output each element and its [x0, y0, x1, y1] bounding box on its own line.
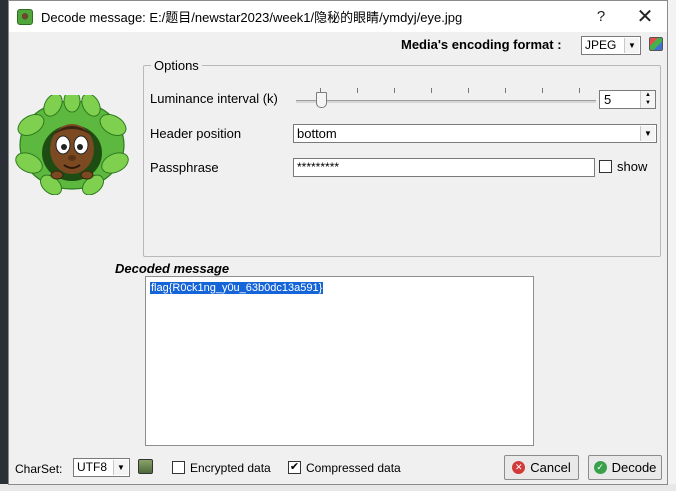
- background-taskbar: [0, 484, 676, 491]
- luminance-slider[interactable]: [296, 100, 596, 103]
- slider-tick: [505, 88, 506, 93]
- passphrase-input[interactable]: *********: [293, 158, 595, 177]
- encoding-format-value: JPEG: [585, 38, 617, 52]
- decode-dialog: Decode message: E:/题目/newstar2023/week1/…: [8, 0, 668, 485]
- compressed-data-label: Compressed data: [306, 461, 401, 475]
- background-window-left: [0, 0, 8, 491]
- passphrase-value: *********: [297, 160, 340, 174]
- show-passphrase-checkbox[interactable]: [599, 160, 612, 173]
- checkmark-icon: ✓: [593, 461, 607, 474]
- slider-tick: [468, 88, 469, 93]
- chevron-down-icon[interactable]: ▼: [113, 460, 128, 475]
- luminance-spinner[interactable]: 5 ▲ ▼: [599, 90, 656, 109]
- luminance-interval-label: Luminance interval (k): [150, 91, 278, 106]
- cancel-icon: ✕: [512, 461, 526, 474]
- cancel-label: Cancel: [530, 460, 571, 475]
- close-button[interactable]: ✕: [623, 1, 667, 32]
- luminance-value: 5: [604, 92, 612, 107]
- app-icon: [17, 8, 33, 25]
- show-passphrase-label: show: [617, 159, 648, 174]
- spin-up-icon[interactable]: ▲: [641, 91, 655, 99]
- charset-value: UTF8: [77, 460, 107, 474]
- slider-tick: [542, 88, 543, 93]
- decoded-message-textarea[interactable]: flag{R0ck1ng_y0u_63b0dc13a591}: [145, 276, 534, 446]
- chevron-down-icon[interactable]: ▼: [624, 38, 639, 53]
- chevron-down-icon[interactable]: ▼: [640, 126, 655, 141]
- title-bar[interactable]: Decode message: E:/题目/newstar2023/week1/…: [9, 1, 667, 32]
- slider-tick: [357, 88, 358, 93]
- encrypted-data-label: Encrypted data: [190, 461, 271, 475]
- palette-icon[interactable]: [649, 37, 663, 51]
- decoded-message-label: Decoded message: [115, 261, 230, 276]
- decode-label: Decode: [611, 460, 657, 475]
- mascot-logo: [15, 95, 129, 195]
- options-legend: Options: [151, 58, 202, 73]
- slider-tick: [579, 88, 580, 93]
- compressed-data-checkbox[interactable]: ✔: [288, 461, 301, 474]
- spin-down-icon[interactable]: ▼: [641, 99, 655, 107]
- luminance-slider-thumb[interactable]: [316, 92, 327, 108]
- header-position-value: bottom: [297, 126, 337, 141]
- help-button[interactable]: ?: [579, 1, 623, 32]
- cancel-button[interactable]: ✕ Cancel: [504, 455, 579, 480]
- charset-label: CharSet:: [15, 462, 63, 476]
- header-position-select[interactable]: bottom ▼: [293, 124, 657, 143]
- decode-button[interactable]: ✓ Decode: [588, 455, 662, 480]
- encoding-format-label: Media's encoding format :: [401, 37, 562, 52]
- encrypted-data-checkbox[interactable]: [172, 461, 185, 474]
- header-position-label: Header position: [150, 126, 242, 141]
- decoded-message-text: flag{R0ck1ng_y0u_63b0dc13a591}: [150, 282, 324, 294]
- charset-book-icon[interactable]: [138, 459, 153, 474]
- passphrase-label: Passphrase: [150, 160, 219, 175]
- charset-select[interactable]: UTF8 ▼: [73, 458, 130, 477]
- window-title: Decode message: E:/题目/newstar2023/week1/…: [41, 10, 463, 25]
- slider-tick: [431, 88, 432, 93]
- spinner-buttons[interactable]: ▲ ▼: [640, 91, 655, 108]
- slider-tick: [394, 88, 395, 93]
- encoding-format-select[interactable]: JPEG ▼: [581, 36, 641, 55]
